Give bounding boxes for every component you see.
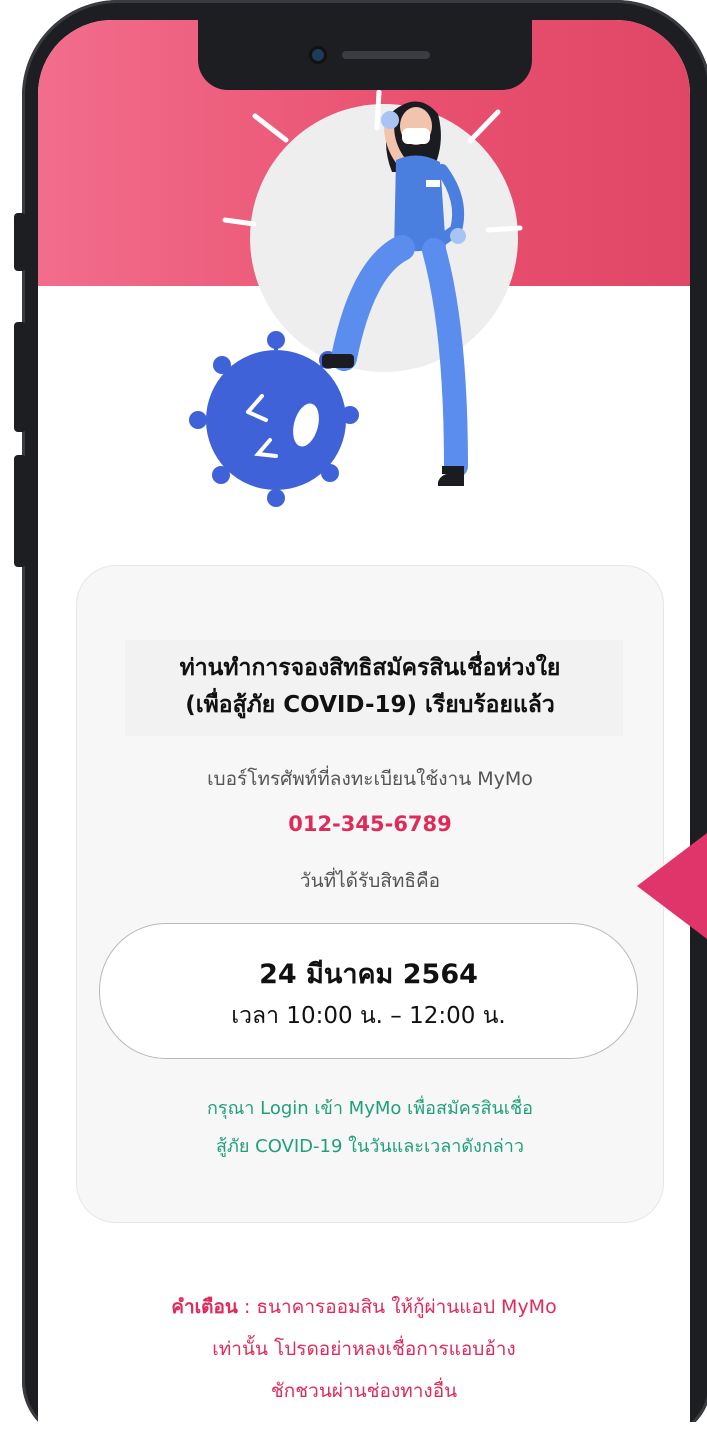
entitlement-date: 24 มีนาคม 2564 (259, 959, 478, 990)
warning-text-line-2: เท่านั้น โปรดอย่าหลงเชื่อการแอบอ้าง (212, 1338, 516, 1360)
entitlement-date-label: วันที่ได้รับสิทธิคือ (299, 870, 441, 892)
side-button-mute (14, 213, 26, 271)
front-camera (312, 49, 324, 61)
login-instruction: กรุณา Login เข้า MyMo เพื่อสมัครสินเชื่อ… (77, 1090, 663, 1166)
warning-label: คำเตือน (171, 1296, 238, 1318)
warning-text-line-1: : ธนาคารออมสิน ให้กู้ผ่านแอป MyMo (237, 1296, 557, 1318)
earpiece-speaker (342, 51, 430, 59)
illustration-backdrop (250, 104, 518, 372)
nurse-illustration (189, 89, 523, 507)
bottom-bezel (0, 1422, 707, 1441)
phone-screen: ท่านทำการจองสิทธิสมัครสินเชื่อห่วงใย (เพ… (38, 20, 690, 1441)
login-instruction-line-1: กรุณา Login เข้า MyMo เพื่อสมัครสินเชื่อ (207, 1098, 533, 1119)
registered-phone-label: เบอร์โทรศัพท์ที่ลงทะเบียนใช้งาน MyMo (207, 768, 533, 790)
entitlement-time: เวลา 10:00 น. – 12:00 น. (231, 1003, 506, 1029)
warning-notice: คำเตือน : ธนาคารออมสิน ให้กู้ผ่านแอป MyM… (38, 1286, 690, 1412)
confirmation-card: ท่านทำการจองสิทธิสมัครสินเชื่อห่วงใย (เพ… (76, 565, 664, 1223)
registered-phone-number: 012-345-6789 (288, 812, 452, 836)
side-button-volume-up (14, 322, 26, 432)
side-button-volume-down (14, 455, 26, 567)
login-instruction-line-2: สู้ภัย COVID-19 ในวันและเวลาดังกล่าว (216, 1136, 524, 1157)
confirmation-title: ท่านทำการจองสิทธิสมัครสินเชื่อห่วงใย (เพ… (77, 650, 663, 724)
entitlement-date-pill: 24 มีนาคม 2564 เวลา 10:00 น. – 12:00 น. (99, 923, 638, 1059)
title-line-1: ท่านทำการจองสิทธิสมัครสินเชื่อห่วงใย (179, 655, 561, 681)
pointer-arrow (637, 830, 707, 942)
warning-text-line-3: ชักชวนผ่านช่องทางอื่น (270, 1380, 458, 1402)
title-line-2: (เพื่อสู้ภัย COVID-19) เรียบร้อยแล้ว (185, 692, 555, 718)
